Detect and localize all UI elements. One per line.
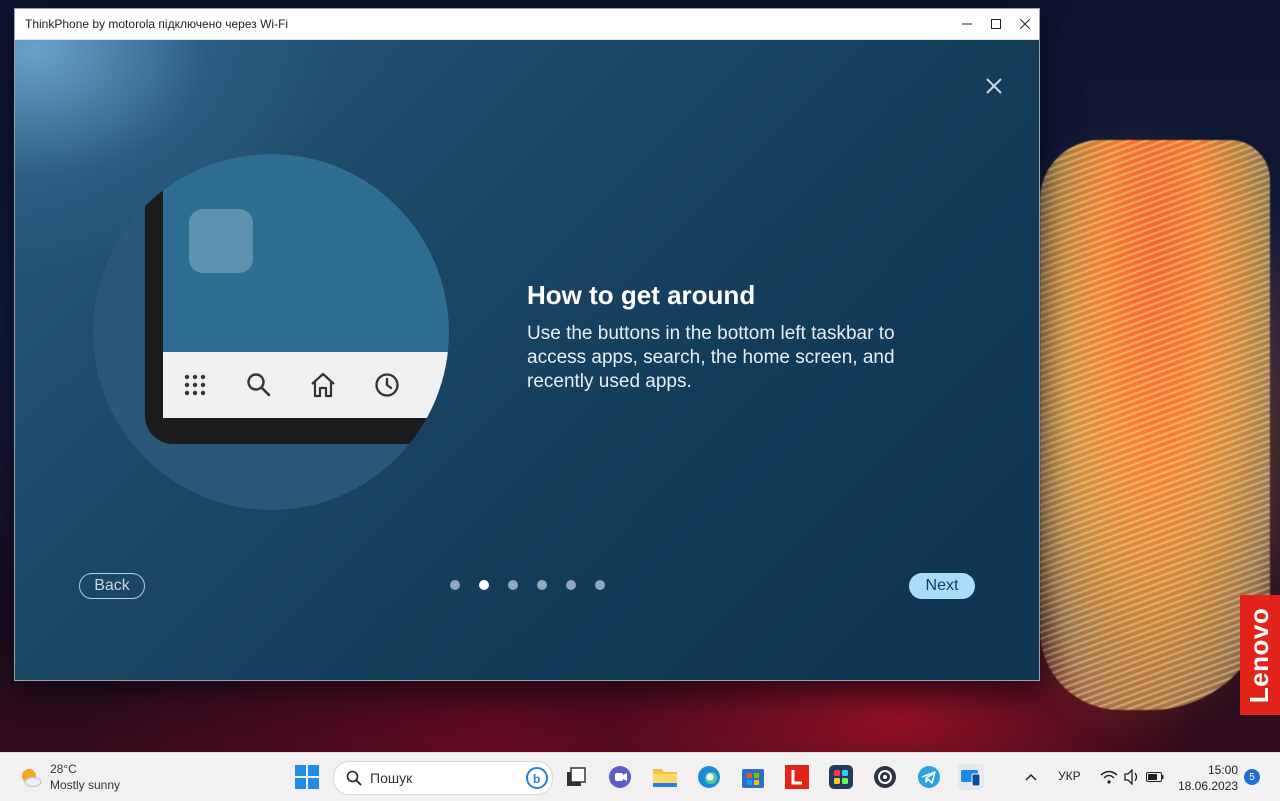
onboarding-description: Use the buttons in the bottom left taskb… [527,323,895,392]
search-placeholder: Пошук [370,770,413,786]
onboarding-panel: How to get around Use the buttons in the… [15,40,1039,680]
telegram-icon [918,766,940,788]
bing-icon: b [526,767,548,789]
page-dot[interactable] [537,580,547,590]
wifi-icon [1100,770,1118,784]
telegram-app[interactable] [916,764,942,790]
weather-description: Mostly sunny [50,778,121,792]
app-launcher-app[interactable] [828,764,854,790]
onboarding-title: How to get around [527,280,756,310]
phone-link-window: ThinkPhone by motorola підключено через … [14,8,1040,681]
close-icon [986,78,1002,94]
microsoft-store-app[interactable] [740,764,766,790]
lenovo-app[interactable] [784,764,810,790]
minimize-icon [961,23,972,25]
maximize-icon [990,19,1001,29]
close-onboarding-button[interactable] [982,74,1006,98]
home-icon [291,372,355,398]
lenovo-badge: Lenovo [1240,595,1280,715]
search-icon [346,770,362,786]
lenovo-badge-text: Lenovo [1244,607,1275,703]
close-window-button[interactable] [1010,9,1039,39]
weather-widget[interactable]: 28°C Mostly sunny [18,761,120,793]
lenovo-app-icon [785,765,809,789]
camera-app[interactable] [872,764,898,790]
clock-time: 15:00 [1207,763,1238,777]
camera-app-icon [874,766,896,788]
battery-status[interactable] [1142,764,1168,790]
close-icon [1019,19,1030,29]
phone-taskbar [163,352,449,418]
show-hidden-icons-button[interactable] [1018,764,1044,790]
weather-temperature: 28°C [50,762,77,776]
clock-date: 18.06.2023 [1178,779,1239,793]
teams-icon [609,766,631,788]
edge-app[interactable] [696,764,722,790]
page-indicator [450,580,605,590]
sun-cloud-icon [22,769,42,787]
window-title: ThinkPhone by motorola підключено через … [25,17,289,31]
battery-icon [1146,772,1164,782]
maximize-button[interactable] [981,9,1010,39]
app-tile [189,209,253,273]
taskbar-illustration [93,154,449,510]
recent-clock-icon [355,372,419,398]
file-explorer-icon [653,769,677,787]
apps-grid-icon [163,373,227,397]
edge-icon [698,766,720,788]
phone-link-app[interactable] [958,764,984,790]
taskbar-search[interactable]: Пошук b [333,761,553,795]
page-dot[interactable] [595,580,605,590]
windows-logo-icon [295,765,319,789]
page-dot[interactable] [566,580,576,590]
wallpaper-light-ribbon [1040,140,1270,710]
minimize-button[interactable] [952,9,981,39]
app-launcher-icon [829,765,853,789]
chevron-up-icon [1025,773,1037,781]
input-language[interactable]: УКР [1058,769,1081,783]
window-titlebar[interactable]: ThinkPhone by motorola підключено через … [15,9,1039,40]
start-button[interactable] [295,765,319,794]
page-dot[interactable] [450,580,460,590]
file-explorer-app[interactable] [652,764,678,790]
microsoft-store-icon [742,769,764,788]
speaker-icon [1124,769,1138,785]
task-view-button[interactable] [563,764,589,790]
phone-link-icon [961,770,981,787]
svg-text:b: b [533,772,540,786]
search-icon [227,372,291,398]
teams-app[interactable] [607,764,633,790]
system-clock[interactable]: 15:00 18.06.2023 [1178,762,1238,794]
next-button[interactable]: Next [909,573,975,599]
windows-taskbar: 28°C Mostly sunny Пошук b УКР 15:00 18.0… [0,752,1280,801]
window-controls [952,9,1039,39]
task-view-icon [567,767,586,786]
page-dot-active[interactable] [479,580,489,590]
back-button[interactable]: Back [79,573,145,599]
notification-badge[interactable]: 5 [1244,769,1260,785]
page-dot[interactable] [508,580,518,590]
